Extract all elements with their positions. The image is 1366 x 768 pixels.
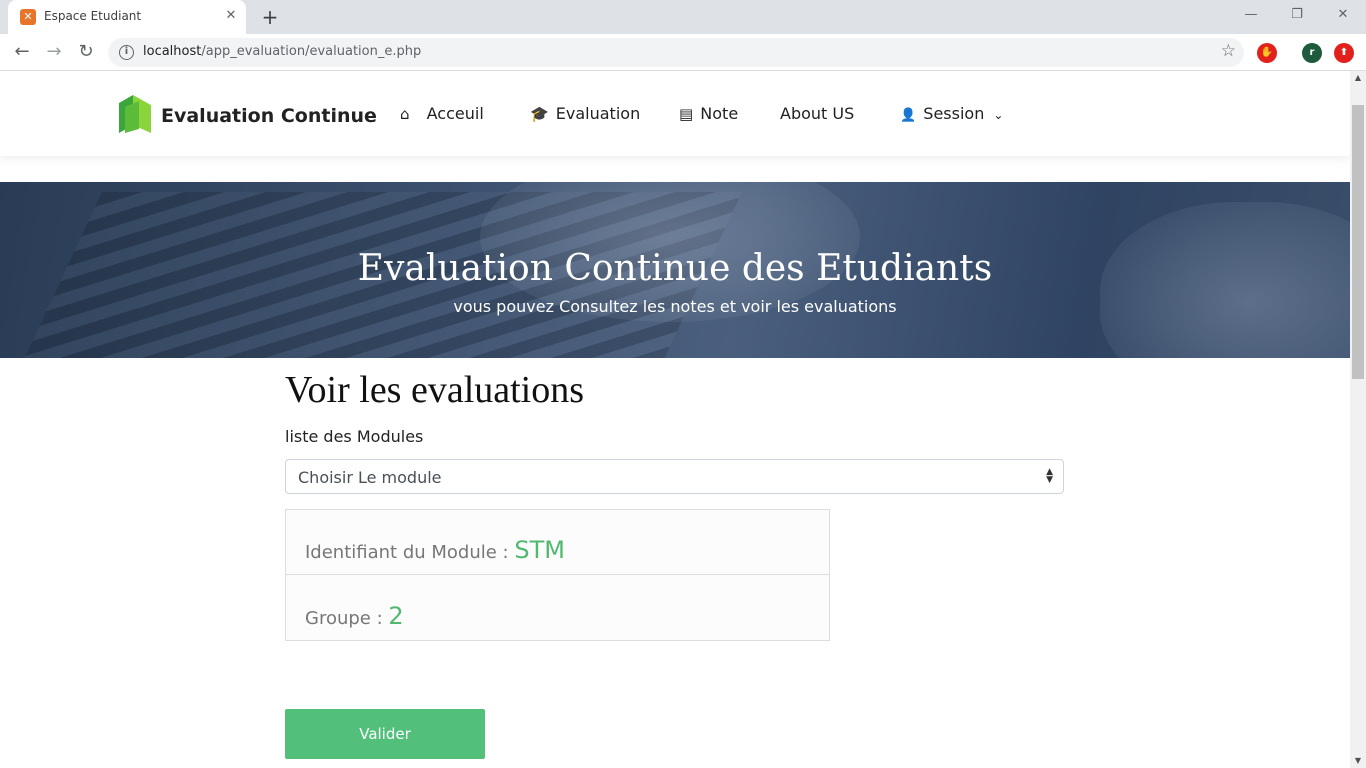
module-select-value: Choisir Le module	[298, 468, 442, 487]
group-label: Groupe : 2	[305, 602, 404, 630]
url-path: /app_evaluation/evaluation_e.php	[201, 44, 422, 59]
nav-evaluation[interactable]: 🎓 Evaluation	[530, 104, 640, 123]
scroll-up-icon[interactable]: ▲	[1350, 71, 1366, 85]
browser-tabstrip: Espace Etudiant ✕ + — ❐ ✕	[0, 0, 1366, 34]
minimize-button[interactable]: —	[1236, 4, 1266, 26]
nav-label: Evaluation	[555, 104, 641, 123]
hero-subtitle: vous pouvez Consultez les notes et voir …	[453, 297, 897, 316]
group-value: 2	[388, 602, 404, 630]
module-id-label: Identifiant du Module : STM	[305, 536, 565, 564]
home-icon: ⌂	[400, 105, 410, 123]
reload-button[interactable]: ↻	[74, 40, 98, 64]
forward-button[interactable]: →	[42, 40, 66, 64]
bookmark-star-icon[interactable]: ☆	[1221, 41, 1236, 61]
page-scrollbar[interactable]: ▲ ▼	[1350, 71, 1366, 768]
site-navbar: Evaluation Continue ⌂ Acceuil 🎓 Evaluati…	[0, 71, 1350, 156]
nav-note[interactable]: ▤ Note	[679, 104, 738, 123]
browser-tab[interactable]: Espace Etudiant ✕	[8, 0, 246, 34]
adblock-extension-icon[interactable]: ✋	[1257, 43, 1277, 63]
page-title: Voir les evaluations	[285, 369, 585, 411]
nav-label: Acceuil	[426, 104, 484, 123]
scroll-thumb[interactable]	[1352, 105, 1364, 379]
module-select-label: liste des Modules	[285, 427, 424, 446]
graduation-cap-icon: 🎓	[530, 105, 549, 123]
nav-about-us[interactable]: About US	[780, 104, 854, 123]
nav-acceuil[interactable]: ⌂ Acceuil	[400, 104, 484, 123]
chevron-down-icon: ⌄	[993, 108, 1004, 122]
tab-title: Espace Etudiant	[44, 9, 142, 23]
valider-button[interactable]: Valider	[285, 709, 485, 759]
group-row: Groupe : 2	[286, 576, 829, 641]
new-tab-button[interactable]: +	[258, 5, 282, 29]
user-icon: 👤	[900, 108, 917, 123]
xampp-favicon-icon	[20, 9, 36, 25]
maximize-button[interactable]: ❐	[1282, 4, 1312, 26]
brand-name[interactable]: Evaluation Continue	[161, 105, 377, 127]
url-host: localhost	[143, 44, 202, 59]
page-viewport: Evaluation Continue ⌂ Acceuil 🎓 Evaluati…	[0, 71, 1350, 768]
brand-logo-icon	[119, 95, 151, 133]
module-id-value: STM	[514, 536, 565, 564]
browser-toolbar: ← → ↻ i localhost/app_evaluation/evaluat…	[0, 34, 1366, 71]
back-button[interactable]: ←	[10, 40, 34, 64]
hero-banner: Evaluation Continue des Etudiants vous p…	[0, 182, 1350, 358]
info-icon[interactable]: i	[119, 45, 134, 60]
close-tab-icon[interactable]: ✕	[222, 7, 240, 25]
extension-icon[interactable]: ⬆	[1334, 43, 1354, 63]
nav-session-dropdown[interactable]: 👤 Session ⌄	[900, 104, 1003, 123]
url-text[interactable]: localhost/app_evaluation/evaluation_e.ph…	[143, 44, 421, 59]
nav-label: Session	[923, 104, 985, 123]
nav-label: Note	[700, 104, 739, 123]
hero-title: Evaluation Continue des Etudiants	[357, 248, 993, 289]
list-alt-icon: ▤	[679, 105, 694, 123]
module-id-label-text: Identifiant du Module :	[305, 542, 515, 563]
group-label-text: Groupe :	[305, 608, 389, 629]
module-select[interactable]: Choisir Le module ▲ ▼	[285, 459, 1064, 494]
nav-label: About US	[780, 104, 855, 123]
address-bar[interactable]: i localhost/app_evaluation/evaluation_e.…	[108, 38, 1244, 67]
profile-avatar[interactable]: r	[1302, 43, 1322, 63]
select-arrows-icon: ▲ ▼	[1046, 467, 1053, 485]
scroll-down-icon[interactable]: ▼	[1350, 754, 1366, 768]
module-id-row: Identifiant du Module : STM	[286, 510, 829, 575]
module-info-card: Identifiant du Module : STM Groupe : 2	[285, 509, 830, 641]
close-window-button[interactable]: ✕	[1328, 4, 1358, 26]
